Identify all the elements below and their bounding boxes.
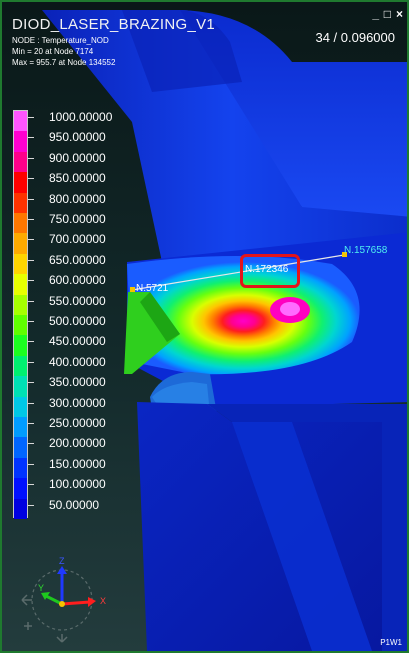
axis-triad[interactable]: X Y Z xyxy=(16,554,116,649)
legend-tick xyxy=(28,219,34,220)
legend-tick xyxy=(28,239,34,241)
legend-tick xyxy=(28,137,34,139)
minimize-button[interactable]: _ xyxy=(372,8,379,20)
legend-color-band xyxy=(14,131,27,153)
legend-tick xyxy=(28,117,34,118)
legend-tick xyxy=(28,300,34,302)
triad-z-label: Z xyxy=(59,556,65,566)
legend-tick xyxy=(28,382,34,384)
highlight-annotation xyxy=(240,254,300,288)
legend-color-band xyxy=(14,478,27,500)
legend-tick xyxy=(28,341,34,343)
result-entity: NODE : Temperature_NOD xyxy=(12,36,109,45)
legend-label: 350.00000 xyxy=(49,375,106,390)
legend-color-band xyxy=(14,417,27,438)
legend-color-band xyxy=(14,233,27,255)
step-readout: 34 / 0.096000 xyxy=(315,30,395,45)
legend-color-band xyxy=(14,498,27,520)
legend-tick xyxy=(28,423,34,424)
legend-tick xyxy=(28,157,34,159)
legend-tick xyxy=(28,504,34,506)
legend-color-band xyxy=(14,172,27,194)
legend-color-band xyxy=(14,355,27,377)
legend-label: 300.00000 xyxy=(49,395,106,410)
result-max: Max = 955.7 at Node 134552 xyxy=(12,58,116,67)
legend-label: 500.00000 xyxy=(49,314,106,328)
legend-tick xyxy=(28,178,34,180)
probe-label-5721[interactable]: N.5721 xyxy=(136,283,168,294)
legend-label: 250.00000 xyxy=(49,416,106,430)
legend-label: 650.00000 xyxy=(49,252,106,267)
legend-color-band xyxy=(14,437,27,459)
restore-button[interactable]: □ xyxy=(384,8,391,20)
legend-tick xyxy=(28,321,34,322)
probe-label-157658[interactable]: N.157658 xyxy=(344,245,387,256)
legend-color-band xyxy=(14,151,27,173)
graphics-viewport[interactable]: DIOD_LASER_BRAZING_V1 NODE : Temperature… xyxy=(0,0,409,653)
model-title: DIOD_LASER_BRAZING_V1 xyxy=(12,16,216,33)
legend-label: 100.00000 xyxy=(49,477,106,492)
legend-color-band xyxy=(14,213,27,234)
legend-color-band xyxy=(14,457,27,479)
legend-color-band xyxy=(14,315,27,336)
legend-label: 150.00000 xyxy=(49,456,106,471)
legend-tick xyxy=(28,402,34,404)
legend-tick xyxy=(28,463,34,465)
legend-label: 900.00000 xyxy=(49,150,106,165)
legend-color-band xyxy=(14,274,27,296)
legend-tick xyxy=(28,280,34,282)
legend-label: 850.00000 xyxy=(49,171,106,186)
legend-tick xyxy=(28,361,34,363)
legend-label: 200.00000 xyxy=(49,436,106,451)
result-min: Min = 20 at Node 7174 xyxy=(12,47,94,56)
legend-label: 950.00000 xyxy=(49,130,106,145)
viewport-tag: P1W1 xyxy=(380,638,402,647)
legend-tick xyxy=(28,443,34,445)
legend-tick xyxy=(28,198,34,200)
legend-color-band xyxy=(14,111,27,132)
legend-label: 800.00000 xyxy=(49,191,106,206)
legend-color-band xyxy=(14,335,27,357)
triad-y-label: Y xyxy=(38,583,44,593)
color-legend-bar xyxy=(13,110,28,520)
legend-color-band xyxy=(14,253,27,275)
legend-tick xyxy=(28,484,34,486)
legend-color-band xyxy=(14,192,27,214)
close-button[interactable]: × xyxy=(396,8,403,20)
legend-label: 750.00000 xyxy=(49,212,106,226)
legend-label: 700.00000 xyxy=(49,232,106,247)
legend-label: 600.00000 xyxy=(49,273,106,288)
legend-color-band xyxy=(14,396,27,418)
legend-color-band xyxy=(14,376,27,398)
legend-label: 450.00000 xyxy=(49,334,106,349)
legend-color-band xyxy=(14,294,27,316)
legend-label: 550.00000 xyxy=(49,293,106,308)
legend-label: 50.00000 xyxy=(49,497,100,512)
legend-label: 400.00000 xyxy=(49,354,106,369)
legend-tick xyxy=(28,259,34,261)
triad-x-label: X xyxy=(100,596,106,606)
legend-label: 1000.00000 xyxy=(49,110,113,124)
